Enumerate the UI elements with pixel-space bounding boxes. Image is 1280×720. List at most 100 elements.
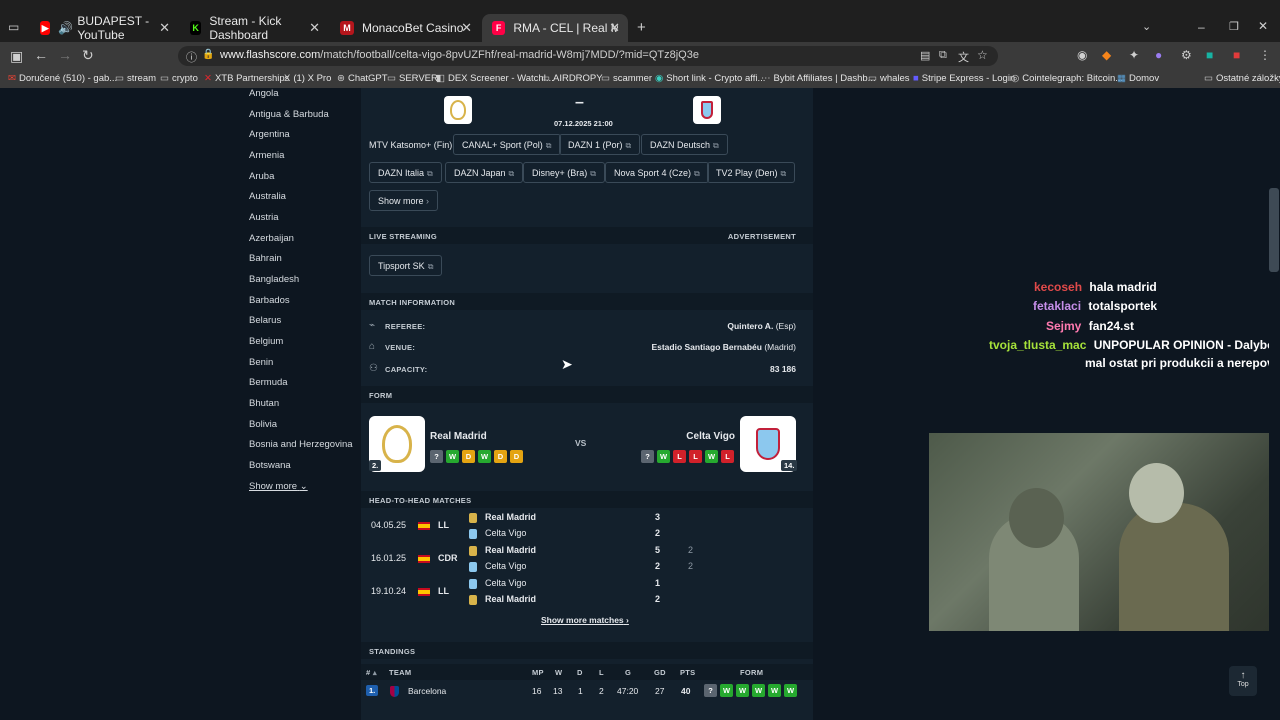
form-badge[interactable]: D: [510, 450, 523, 463]
bookmark[interactable]: X (1) X Pro: [284, 73, 331, 84]
forward-icon[interactable]: →: [58, 47, 72, 63]
col-d[interactable]: D: [577, 668, 583, 677]
close-icon[interactable]: ✕: [609, 20, 620, 36]
sidebar-icon[interactable]: ▣: [10, 48, 23, 65]
bookmark-folder[interactable]: ▭ scammer: [601, 73, 652, 84]
col-rank[interactable]: # ▴: [366, 668, 377, 677]
country-item[interactable]: Belgium: [249, 336, 283, 347]
tab-list-icon[interactable]: ⌄: [1142, 20, 1151, 33]
bookmark-folder[interactable]: ▭ crypto: [160, 73, 198, 84]
home-team-name[interactable]: Real Madrid: [430, 431, 487, 442]
url-field[interactable]: ⓘ 🔒 www.flashscore.com/match/football/ce…: [178, 46, 998, 66]
country-item[interactable]: Antigua & Barbuda: [249, 109, 329, 120]
col-team[interactable]: TEAM: [389, 668, 411, 677]
country-item[interactable]: Bosnia and Herzegovina: [249, 439, 353, 450]
tab-youtube[interactable]: ▶ 🔊 BUDAPEST - YouTube ✕: [30, 14, 178, 42]
screenshot-icon[interactable]: ⧉: [939, 49, 947, 62]
bookmark[interactable]: ⋯ Bybit Affiliates | Dashb...: [761, 73, 876, 84]
country-item[interactable]: Angola: [249, 88, 279, 99]
bookmark-folder[interactable]: ▭ SERVER: [387, 73, 438, 84]
col-pts[interactable]: PTS: [680, 668, 696, 677]
scroll-top-button[interactable]: ↑ Top: [1229, 666, 1257, 696]
bookmark[interactable]: ⊛ ChatGPT: [337, 73, 388, 84]
country-item[interactable]: Barbados: [249, 295, 290, 306]
bookmark[interactable]: ◉ Short link - Crypto affi...: [655, 73, 765, 84]
tab-kick[interactable]: K Stream - Kick Dashboard ✕: [180, 14, 328, 42]
scrollbar-thumb[interactable]: [1269, 188, 1279, 272]
back-icon[interactable]: ←: [34, 47, 48, 63]
bookmark[interactable]: ◧ DEX Screener - Watchl...: [436, 73, 554, 84]
tv-channel-link[interactable]: DAZN Japan ⧉: [445, 162, 524, 183]
country-item[interactable]: Belarus: [249, 315, 281, 326]
form-badge[interactable]: L: [673, 450, 686, 463]
col-l[interactable]: L: [599, 668, 604, 677]
form-badge[interactable]: W: [752, 684, 765, 697]
form-badge[interactable]: ?: [641, 450, 654, 463]
bookmark[interactable]: ◎ Cointelegraph: Bitcoin...: [1011, 73, 1123, 84]
bookmark-folder-other[interactable]: ▭ Ostatné záložky: [1204, 73, 1280, 84]
form-badge[interactable]: W: [446, 450, 459, 463]
form-badge[interactable]: W: [784, 684, 797, 697]
country-item[interactable]: Bahrain: [249, 253, 282, 264]
table-row[interactable]: 1. Barcelona 16 13 1 2 47:20 27 40 ? W W W W…: [361, 684, 813, 702]
extension-4-icon[interactable]: ■: [1233, 48, 1240, 62]
form-badge[interactable]: W: [736, 684, 749, 697]
bookmark-folder[interactable]: ▭ AIRDROPY: [541, 73, 603, 84]
col-w[interactable]: W: [555, 668, 562, 677]
close-icon[interactable]: ✕: [159, 20, 170, 36]
window-close-icon[interactable]: ✕: [1258, 19, 1268, 33]
country-item[interactable]: Bhutan: [249, 398, 279, 409]
country-item[interactable]: Armenia: [249, 150, 284, 161]
tv-channel-link[interactable]: Nova Sport 4 (Cze) ⧉: [605, 162, 709, 183]
form-badge[interactable]: W: [720, 684, 733, 697]
country-item[interactable]: Austria: [249, 212, 279, 223]
col-mp[interactable]: MP: [532, 668, 544, 677]
h2h-match-row[interactable]: 19.10.24 LL Celta Vigo Real Madrid 1 2: [361, 576, 813, 608]
reader-icon[interactable]: ▤: [920, 49, 930, 62]
info-icon[interactable]: ⓘ: [186, 49, 197, 65]
extension-3-icon[interactable]: ■: [1206, 48, 1213, 62]
form-badge[interactable]: L: [689, 450, 702, 463]
bookmark[interactable]: ✕ XTB Partnerships: [204, 73, 289, 84]
country-item[interactable]: Botswana: [249, 460, 291, 471]
form-badge[interactable]: W: [705, 450, 718, 463]
tab-search-icon[interactable]: ▭: [8, 20, 19, 34]
scrollbar-track[interactable]: [1269, 89, 1280, 705]
streaming-link[interactable]: Tipsport SK ⧉: [369, 255, 443, 276]
show-more-matches-link[interactable]: Show more matches ›: [541, 615, 629, 625]
reload-icon[interactable]: ↻: [82, 47, 94, 64]
menu-icon[interactable]: ⋮: [1259, 48, 1271, 62]
extensions-icon[interactable]: ⚙: [1181, 48, 1192, 62]
extension-icon[interactable]: ✦: [1129, 48, 1139, 62]
new-tab-icon[interactable]: +: [637, 19, 646, 36]
country-item[interactable]: Aruba: [249, 171, 274, 182]
team-name[interactable]: Barcelona: [408, 686, 446, 696]
translate-icon[interactable]: 文: [958, 49, 969, 65]
tv-channel-link[interactable]: DAZN Italia ⧉: [369, 162, 442, 183]
away-team-logo[interactable]: [693, 96, 721, 124]
country-item[interactable]: Australia: [249, 191, 286, 202]
bookmark[interactable]: ■ Stripe Express - Login: [913, 73, 1015, 84]
bookmark[interactable]: ▦ Domov: [1117, 73, 1159, 84]
form-badge[interactable]: W: [657, 450, 670, 463]
close-icon[interactable]: ✕: [461, 20, 472, 36]
form-badge[interactable]: ?: [430, 450, 443, 463]
form-badge[interactable]: L: [721, 450, 734, 463]
tv-channel-link[interactable]: TV2 Play (Den) ⧉: [707, 162, 796, 183]
col-gd[interactable]: GD: [654, 668, 666, 677]
profile-icon[interactable]: ◉: [1077, 48, 1087, 62]
tab-flashscore[interactable]: F RMA - CEL | Real Madrid v Celta ✕: [482, 14, 628, 42]
minimize-icon[interactable]: –: [1198, 20, 1205, 34]
h2h-match-row[interactable]: 16.01.25 CDR Real Madrid Celta Vigo 5 2 …: [361, 543, 813, 575]
country-item[interactable]: Bangladesh: [249, 274, 299, 285]
col-g[interactable]: G: [625, 668, 631, 677]
tv-channel-link[interactable]: DAZN 1 (Por) ⧉: [559, 134, 641, 155]
bookmark[interactable]: ✉ Doručené (510) - gab...: [8, 73, 117, 84]
sidebar-show-more[interactable]: Show more ⌄: [249, 481, 308, 492]
bookmark-folder[interactable]: ▭ stream: [115, 73, 156, 84]
tv-channel-link[interactable]: Disney+ (Bra) ⧉: [523, 162, 605, 183]
extension-metamask-icon[interactable]: ◆: [1102, 48, 1111, 62]
bookmark-folder[interactable]: ▭ whales: [868, 73, 910, 84]
country-item[interactable]: Bolivia: [249, 419, 277, 430]
tv-channel-link[interactable]: DAZN Deutsch ⧉: [641, 134, 728, 155]
